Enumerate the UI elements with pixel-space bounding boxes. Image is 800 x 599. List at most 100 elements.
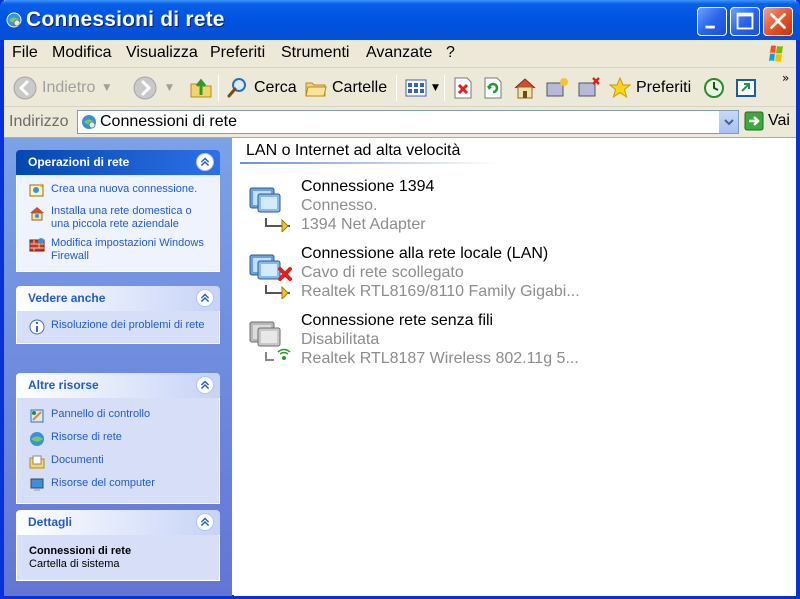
network-tasks-header[interactable]: Operazioni di rete (16, 150, 220, 175)
toolbar-separator (444, 75, 445, 101)
details-type: Cartella di sistema (29, 558, 120, 570)
map-drive-button[interactable] (544, 74, 570, 102)
collapse-icon[interactable] (196, 289, 214, 307)
up-folder-button[interactable] (188, 74, 214, 102)
delete-icon (454, 77, 472, 99)
folders-icon (305, 82, 327, 97)
see-also-panel: Vedere anche Risoluzione dei problemi di… (16, 286, 220, 344)
collapse-icon[interactable] (196, 513, 214, 531)
toolbar-overflow-icon[interactable]: » (782, 71, 789, 85)
connection-status: Connesso. (301, 197, 378, 214)
menu-favorites[interactable]: Preferiti (210, 44, 265, 62)
map-drive-icon (546, 78, 568, 97)
address-value: Connessioni di rete (100, 113, 237, 130)
firewall-icon (29, 238, 45, 252)
network-connections-icon (6, 12, 22, 28)
connection-item[interactable]: Connessione rete senza fili Disabilitata… (246, 312, 786, 372)
forward-button[interactable]: ▼ (132, 74, 173, 102)
menu-edit[interactable]: Modifica (52, 44, 112, 62)
favorites-button[interactable]: Preferiti (608, 74, 691, 102)
address-label: Indirizzo (9, 113, 69, 130)
folders-button[interactable]: Cartelle (304, 74, 387, 102)
info-icon (29, 319, 45, 335)
panel-title: Operazioni di rete (28, 155, 130, 169)
my-computer-link[interactable]: Risorse del computer (29, 477, 209, 493)
network-connections-icon (82, 115, 96, 129)
task-pane: Operazioni di rete Crea una nuova connes… (4, 138, 232, 596)
search-button[interactable]: Cerca (226, 74, 297, 102)
maximize-button[interactable] (730, 7, 760, 36)
chevron-down-icon (724, 119, 734, 126)
fullscreen-button[interactable] (734, 74, 758, 102)
toolbar-separator (396, 75, 397, 101)
toolbar-separator (218, 75, 219, 101)
forward-arrow-icon (133, 76, 157, 100)
menu-file[interactable]: File (12, 44, 38, 62)
wireless-connection-disabled-icon (249, 321, 291, 361)
documents-link[interactable]: Documenti (29, 454, 209, 470)
collapse-icon[interactable] (196, 376, 214, 394)
menu-help[interactable]: ? (446, 44, 455, 62)
refresh-icon (484, 77, 502, 99)
network-tasks-panel: Operazioni di rete Crea una nuova connes… (16, 150, 220, 272)
details-header[interactable]: Dettagli (16, 510, 220, 535)
collapse-icon[interactable] (196, 153, 214, 171)
network-connection-icon (249, 187, 290, 232)
see-also-header[interactable]: Vedere anche (16, 286, 220, 311)
refresh-button[interactable] (482, 74, 504, 102)
connection-device: Realtek RTL8187 Wireless 802.11g 5... (301, 350, 579, 367)
windows-logo-icon (769, 45, 783, 62)
history-button[interactable] (702, 74, 726, 102)
back-arrow-icon (13, 76, 37, 100)
network-places-link[interactable]: Risorse di rete (29, 431, 209, 447)
minimize-button[interactable] (697, 7, 727, 36)
title-bar[interactable]: Connessioni di rete (0, 0, 800, 40)
disconnect-drive-button[interactable] (576, 74, 602, 102)
file-list-pane: LAN o Internet ad alta velocità Connessi… (234, 138, 796, 596)
panel-title: Dettagli (28, 515, 73, 529)
panel-title: Altre risorse (28, 378, 99, 392)
back-button[interactable]: Indietro ▼ (12, 74, 110, 102)
forward-dropdown-icon: ▼ (166, 83, 173, 93)
home-button[interactable] (512, 74, 538, 102)
see-also-body: Risoluzione dei problemi di rete (16, 311, 220, 344)
troubleshoot-link[interactable]: Risoluzione dei problemi di rete (29, 319, 209, 335)
menu-view[interactable]: Visualizza (126, 44, 198, 62)
menu-advanced[interactable]: Avanzate (366, 44, 432, 62)
new-connection-icon (29, 183, 44, 197)
minimize-icon (705, 25, 715, 29)
views-dropdown-icon: ▼ (432, 83, 439, 93)
go-arrow-icon (744, 111, 764, 131)
create-connection-link[interactable]: Crea una nuova connessione. (29, 183, 209, 199)
go-label: Vai (768, 112, 790, 129)
home-network-link[interactable]: Installa una rete domestica o una piccol… (29, 205, 209, 231)
connection-name: Connessione 1394 (301, 178, 435, 195)
group-header: LAN o Internet ad alta velocità (246, 142, 461, 159)
network-tasks-body: Crea una nuova connessione. Installa una… (16, 175, 220, 272)
other-places-header[interactable]: Altre risorse (16, 373, 220, 398)
firewall-settings-link[interactable]: Modifica impostazioni Windows Firewall (29, 237, 209, 263)
address-input[interactable]: Connessioni di rete (77, 110, 739, 134)
connection-status: Disabilitata (301, 331, 380, 348)
close-button[interactable] (763, 7, 793, 36)
delete-button[interactable] (452, 74, 474, 102)
menu-tools[interactable]: Strumenti (281, 44, 349, 62)
connection-name: Connessione rete senza fili (301, 312, 494, 329)
connection-device: Realtek RTL8169/8110 Family Gigabi... (301, 283, 580, 300)
network-connection-unplugged-icon (249, 254, 292, 299)
address-dropdown-button[interactable] (718, 111, 738, 133)
details-name: Connessioni di rete (29, 545, 132, 557)
connection-item[interactable]: Connessione alla rete locale (LAN) Cavo … (246, 245, 786, 305)
views-icon (405, 79, 427, 97)
go-button[interactable]: Vai (744, 111, 790, 131)
home-network-icon (30, 207, 44, 221)
search-label: Cerca (254, 79, 297, 96)
details-body: Connessioni di rete Cartella di sistema (16, 535, 220, 581)
favorites-label: Preferiti (636, 79, 692, 96)
history-icon (704, 78, 724, 98)
connection-item[interactable]: Connessione 1394 Connesso. 1394 Net Adap… (246, 178, 786, 238)
control-panel-link[interactable]: Pannello di controllo (29, 408, 209, 424)
views-button[interactable]: ▼ (404, 74, 439, 102)
search-icon (227, 78, 246, 98)
address-bar: Indirizzo Connessioni di rete Vai (4, 108, 796, 136)
